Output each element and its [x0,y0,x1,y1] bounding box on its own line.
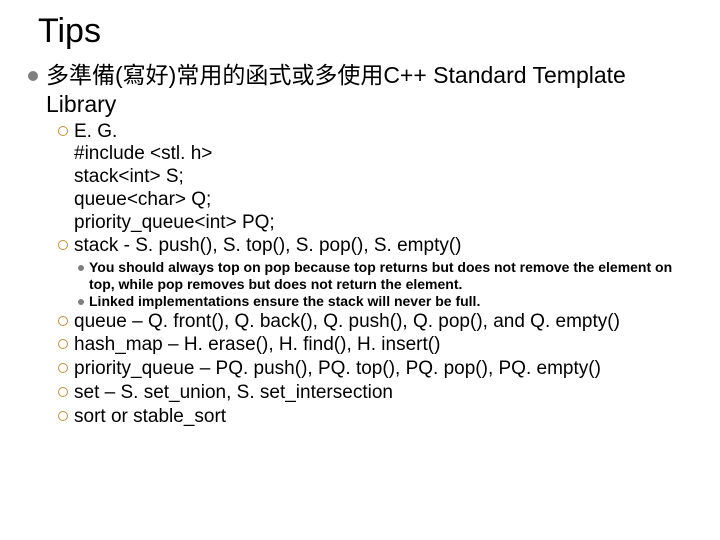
bullet-small-icon [78,299,84,305]
stack-text: stack - S. push(), S. top(), S. pop(), S… [74,235,462,258]
bullet-hollow-icon [58,363,68,373]
set-text: set – S. set_union, S. set_intersection [74,382,393,405]
eg-label: E. G. [74,121,275,144]
bullet-hash: hash_map – H. erase(), H. find(), H. ins… [58,334,692,357]
bullet-solid-icon [28,71,38,81]
bullet-pq: priority_queue – PQ. push(), PQ. top(), … [58,358,692,381]
bullet-hollow-icon [58,126,68,136]
bullet-note2: Linked implementations ensure the stack … [78,293,692,310]
code-include: #include <stl. h> [74,143,275,166]
main-text: 多準備(寫好)常用的函式或多使用C++ Standard Template Li… [46,61,692,119]
bullet-queue: queue – Q. front(), Q. back(), Q. push()… [58,311,692,334]
bullet-hollow-icon [58,240,68,250]
sort-text: sort or stable_sort [74,406,226,429]
bullet-note1: You should always top on pop because top… [78,259,692,293]
bullet-eg: E. G. #include <stl. h> stack<int> S; qu… [58,121,692,235]
bullet-set: set – S. set_union, S. set_intersection [58,382,692,405]
bullet-stack: stack - S. push(), S. top(), S. pop(), S… [58,235,692,258]
code-pq: priority_queue<int> PQ; [74,212,275,235]
bullet-hollow-icon [58,387,68,397]
bullet-sort: sort or stable_sort [58,406,692,429]
note2-text: Linked implementations ensure the stack … [89,293,480,310]
eg-block: E. G. #include <stl. h> stack<int> S; qu… [74,121,275,235]
code-queue: queue<char> Q; [74,189,275,212]
slide-title: Tips [38,12,692,51]
slide: Tips 多準備(寫好)常用的函式或多使用C++ Standard Templa… [0,0,720,440]
bullet-small-icon [78,265,84,271]
queue-text: queue – Q. front(), Q. back(), Q. push()… [74,311,620,334]
code-stack: stack<int> S; [74,166,275,189]
pq-text: priority_queue – PQ. push(), PQ. top(), … [74,358,601,381]
bullet-hollow-icon [58,316,68,326]
bullet-hollow-icon [58,339,68,349]
bullet-hollow-icon [58,411,68,421]
note1-text: You should always top on pop because top… [89,259,692,293]
hash-text: hash_map – H. erase(), H. find(), H. ins… [74,334,440,357]
bullet-main: 多準備(寫好)常用的函式或多使用C++ Standard Template Li… [28,61,692,119]
